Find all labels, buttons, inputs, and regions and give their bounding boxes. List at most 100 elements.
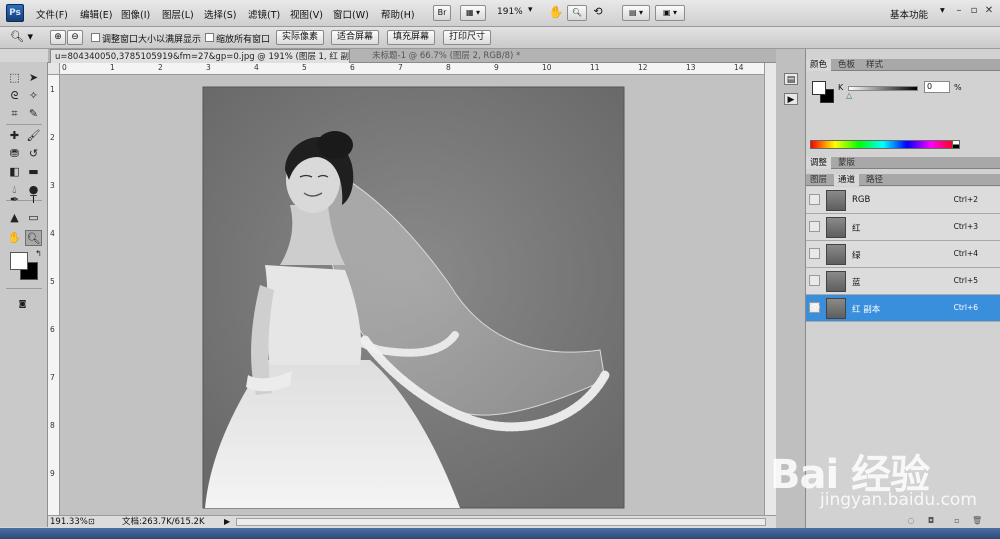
- path-selection-icon[interactable]: ▲: [6, 210, 23, 226]
- zoom-tool-icon[interactable]: 🔍︎: [25, 230, 42, 246]
- eraser-tool-icon[interactable]: ◧: [6, 164, 23, 180]
- channel-row-red-copy[interactable]: 👁︎ 红 副本 Ctrl+6: [806, 295, 1000, 322]
- quick-mask-icon[interactable]: ◙: [14, 296, 31, 312]
- channel-name: 红: [852, 224, 861, 234]
- channel-row-green[interactable]: 绿 Ctrl+4: [806, 241, 1000, 268]
- eyedropper-icon[interactable]: ✎: [25, 106, 42, 122]
- vertical-scrollbar[interactable]: [764, 63, 776, 515]
- channel-thumbnail: [826, 298, 846, 319]
- workspace-chevron-icon[interactable]: ▾: [940, 5, 945, 16]
- status-arrow-icon[interactable]: ▶: [224, 516, 230, 528]
- doc-tab-active[interactable]: u=804340050,3785105919&fm=27&gp=0.jpg @ …: [50, 49, 350, 63]
- visibility-toggle[interactable]: [809, 221, 820, 232]
- resize-windows-checkbox[interactable]: [91, 33, 100, 42]
- magic-wand-icon[interactable]: ✧: [25, 88, 42, 104]
- healing-brush-icon[interactable]: ✚: [6, 128, 23, 144]
- arrange-documents-button[interactable]: ▤ ▾: [622, 5, 650, 21]
- panel-foreground-swatch[interactable]: [812, 81, 826, 95]
- k-value-input[interactable]: 0: [924, 81, 950, 93]
- history-brush-icon[interactable]: ↺: [25, 146, 42, 162]
- tab-layers[interactable]: 图层: [806, 174, 831, 186]
- print-size-button[interactable]: 打印尺寸: [443, 30, 491, 45]
- menu-view[interactable]: 视图(V): [290, 7, 323, 21]
- color-spectrum-bar[interactable]: [810, 140, 956, 149]
- fill-screen-button[interactable]: 填充屏幕: [387, 30, 435, 45]
- zoom-tool-icon[interactable]: 🔍︎: [567, 5, 587, 21]
- ruler-tick-label: 5: [302, 63, 307, 72]
- move-tool-icon[interactable]: ➤: [25, 70, 42, 86]
- history-panel-icon[interactable]: ▤: [784, 73, 798, 85]
- black-white-ramp[interactable]: [952, 140, 960, 149]
- channel-row-blue[interactable]: 蓝 Ctrl+5: [806, 268, 1000, 295]
- photoshop-logo[interactable]: Ps: [6, 4, 24, 22]
- fit-screen-button[interactable]: 适合屏幕: [331, 30, 379, 45]
- view-extras-button[interactable]: ▦ ▾: [460, 5, 486, 21]
- tab-styles[interactable]: 样式: [862, 59, 887, 71]
- status-menu-icon[interactable]: ⊡: [88, 516, 95, 528]
- menu-file[interactable]: 文件(F): [36, 7, 68, 21]
- restore-icon[interactable]: ▫: [967, 4, 981, 18]
- menu-filter[interactable]: 滤镜(T): [248, 7, 280, 21]
- menu-select[interactable]: 选择(S): [204, 7, 236, 21]
- zoom-tool-preset-icon[interactable]: 🔍︎ ▾: [10, 30, 40, 46]
- visibility-toggle[interactable]: [809, 194, 820, 205]
- clone-stamp-icon[interactable]: ⛃: [6, 146, 23, 162]
- horizontal-scrollbar[interactable]: [236, 518, 766, 526]
- zoom-out-icon[interactable]: ⊖: [67, 30, 83, 45]
- tab-color[interactable]: 颜色: [806, 59, 832, 71]
- channel-row-red[interactable]: 红 Ctrl+3: [806, 214, 1000, 241]
- ruler-origin[interactable]: [48, 63, 60, 75]
- close-icon[interactable]: ✕: [982, 4, 996, 18]
- type-tool-icon[interactable]: T: [25, 192, 42, 208]
- menu-edit[interactable]: 编辑(E): [80, 7, 112, 21]
- hand-tool-icon[interactable]: ✋: [6, 230, 23, 246]
- document-image[interactable]: [60, 75, 764, 515]
- actual-pixels-button[interactable]: 实际像素: [276, 30, 324, 45]
- menu-image[interactable]: 图像(I): [121, 7, 150, 21]
- brush-tool-icon[interactable]: 🖌︎: [25, 128, 42, 144]
- lasso-tool-icon[interactable]: ᘓ: [6, 88, 23, 104]
- tab-paths[interactable]: 路径: [862, 174, 887, 186]
- tab-channels[interactable]: 通道: [834, 174, 860, 186]
- tab-swatches[interactable]: 色板: [834, 59, 859, 71]
- screen-mode-button[interactable]: ▣ ▾: [655, 5, 685, 21]
- gradient-tool-icon[interactable]: ▬: [25, 164, 42, 180]
- save-selection-icon[interactable]: ◘: [926, 516, 936, 526]
- panel-dock-icons: ▤ ▶: [776, 49, 806, 528]
- k-slider[interactable]: [848, 86, 918, 91]
- slider-thumb-icon[interactable]: △: [846, 91, 852, 100]
- canvas-area[interactable]: [60, 75, 764, 515]
- menu-layer[interactable]: 图层(L): [162, 7, 194, 21]
- chevron-down-icon[interactable]: ▾: [528, 5, 533, 15]
- visibility-toggle[interactable]: [809, 275, 820, 286]
- channel-row-rgb[interactable]: RGB Ctrl+2: [806, 187, 1000, 214]
- zoom-readout[interactable]: 191.33%: [50, 516, 88, 528]
- bridge-button[interactable]: Br: [433, 5, 451, 21]
- doc-tab-untitled[interactable]: 未标题-1 @ 66.7% (图层 2, RGB/8) *: [368, 49, 558, 63]
- delete-channel-icon[interactable]: 🗑︎: [972, 516, 982, 526]
- workspace-switcher[interactable]: 基本功能: [890, 7, 928, 21]
- new-channel-icon[interactable]: ▫: [952, 516, 962, 526]
- foreground-color-swatch[interactable]: [10, 252, 28, 270]
- zoom-level-dropdown[interactable]: 191%: [497, 7, 523, 17]
- minimize-icon[interactable]: –: [952, 4, 966, 18]
- menu-window[interactable]: 窗口(W): [333, 7, 369, 21]
- tab-adjustments[interactable]: 调整: [806, 157, 832, 169]
- visibility-toggle[interactable]: [809, 248, 820, 259]
- hand-tool-icon[interactable]: ✋: [548, 5, 564, 21]
- horizontal-ruler[interactable]: 0 1 2 3 4 5 6 7 8 9 10 11 12 13 14: [60, 63, 764, 75]
- vertical-ruler[interactable]: 1 2 3 4 5 6 7 8 9: [48, 75, 60, 515]
- menu-help[interactable]: 帮助(H): [381, 7, 415, 21]
- zoom-all-windows-checkbox[interactable]: [205, 33, 214, 42]
- zoom-in-icon[interactable]: ⊕: [50, 30, 66, 45]
- pen-tool-icon[interactable]: ✒: [6, 192, 23, 208]
- tab-masks[interactable]: 蒙版: [834, 157, 859, 169]
- swap-colors-icon[interactable]: ↰: [30, 246, 47, 262]
- rotate-view-icon[interactable]: ⟲: [590, 5, 606, 21]
- crop-tool-icon[interactable]: ⌗: [6, 106, 23, 122]
- actions-panel-icon[interactable]: ▶: [784, 93, 798, 105]
- load-selection-icon[interactable]: ◌: [906, 516, 916, 526]
- shape-tool-icon[interactable]: ▭: [25, 210, 42, 226]
- marquee-tool-icon[interactable]: ⬚: [6, 70, 23, 86]
- eye-icon[interactable]: 👁︎: [809, 302, 820, 313]
